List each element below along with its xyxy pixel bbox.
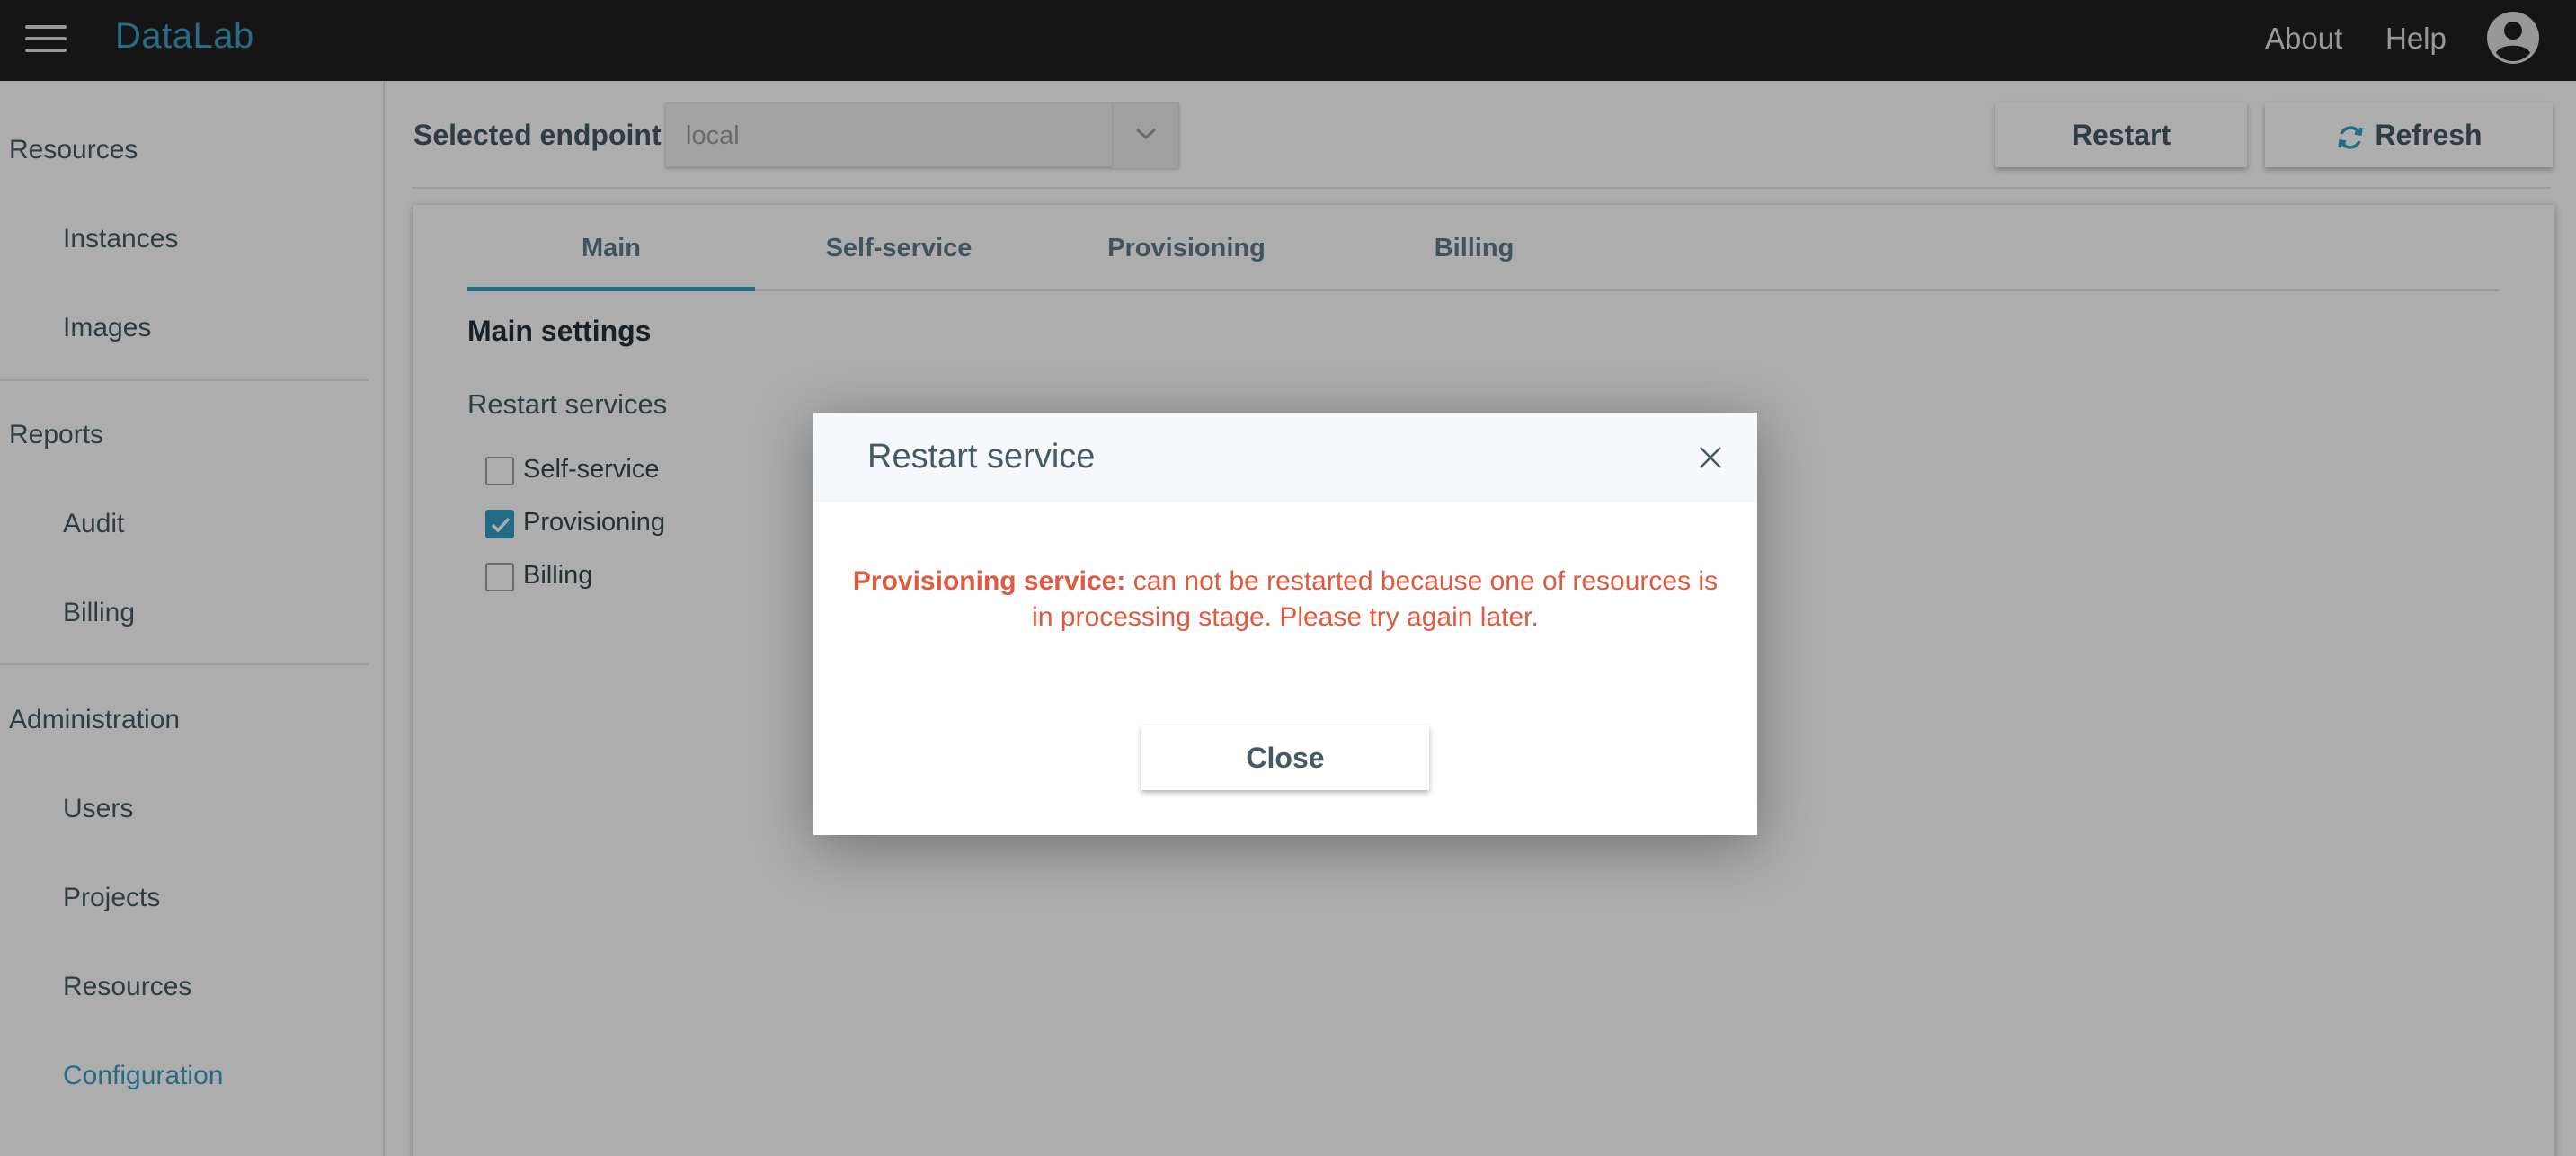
- close-icon[interactable]: [1698, 445, 1723, 470]
- message-service-name: Provisioning service:: [852, 566, 1126, 596]
- message-text: in processing stage. Please try again la…: [1032, 602, 1539, 632]
- dialog-title: Restart service: [867, 438, 1096, 476]
- message-text: can not be restarted because one of reso…: [1125, 566, 1719, 596]
- dialog-header: Restart service: [813, 413, 1757, 502]
- close-button[interactable]: Close: [1141, 725, 1429, 790]
- restart-service-dialog: Restart service Provisioning service: ca…: [813, 413, 1757, 835]
- dialog-message: Provisioning service: can not be restart…: [849, 564, 1721, 636]
